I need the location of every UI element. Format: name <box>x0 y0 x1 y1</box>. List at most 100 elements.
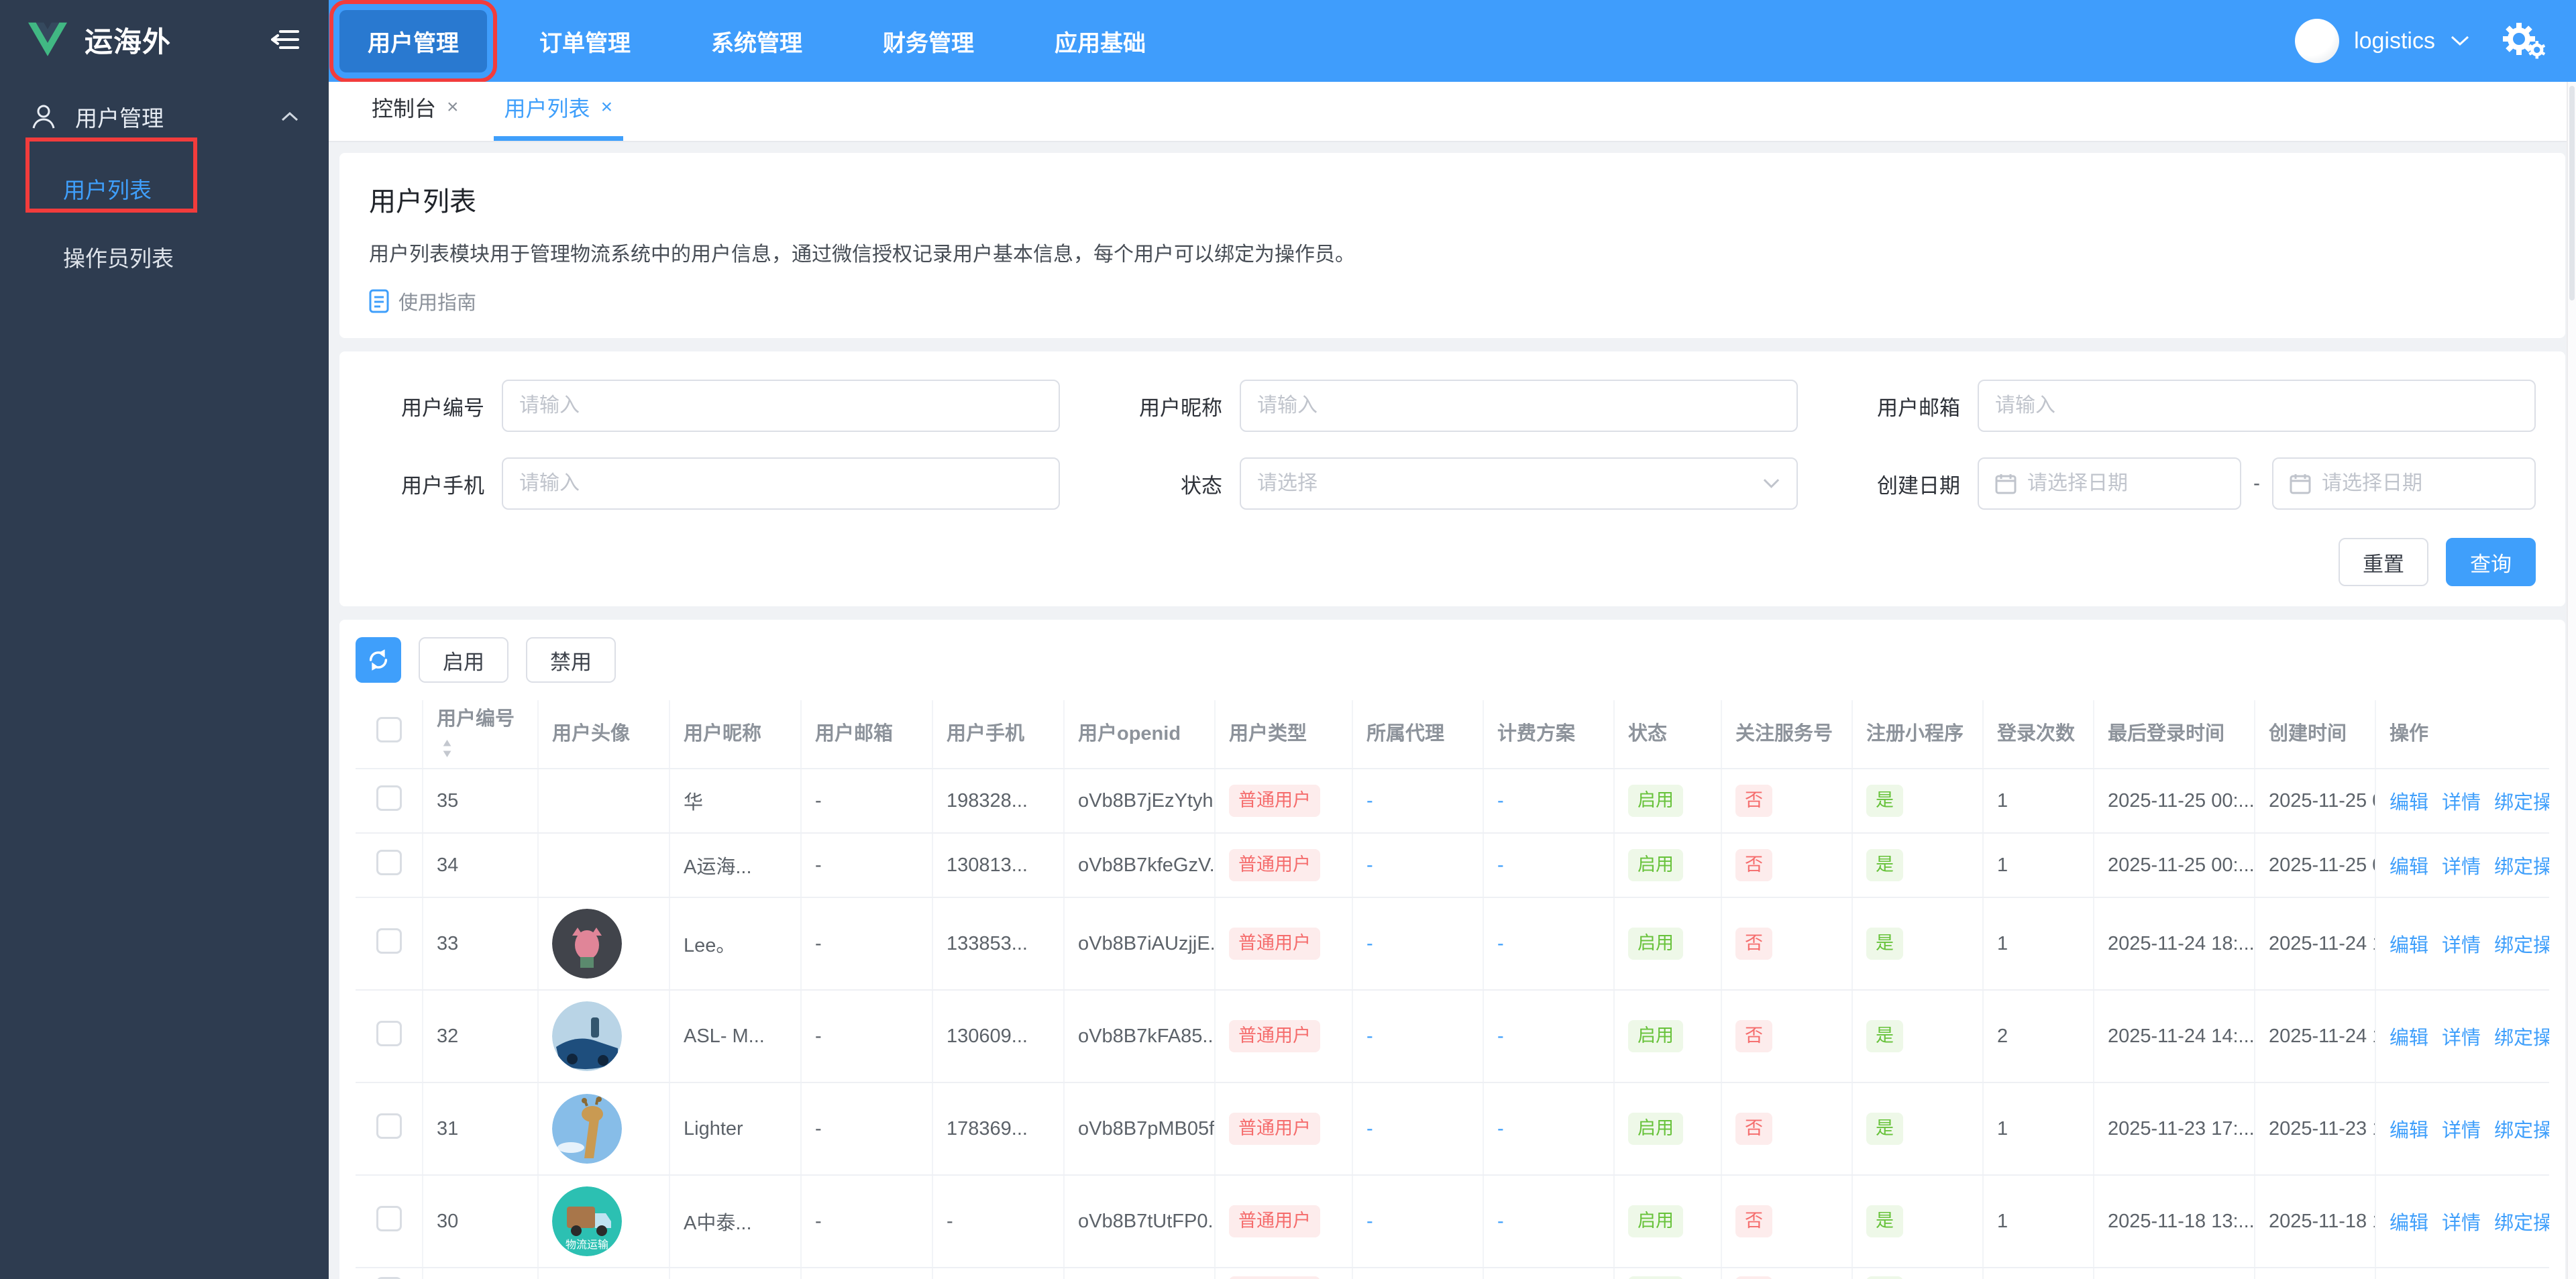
openid-cell: oVb8B7iAUzjjE... <box>1064 897 1216 991</box>
calendar-icon <box>1995 473 2017 494</box>
bind-operator-link[interactable]: 绑定操作员 <box>2494 792 2549 814</box>
registered-cell: 是 <box>1852 833 1984 898</box>
email-input[interactable] <box>1995 394 2518 417</box>
reset-button[interactable]: 重置 <box>2339 538 2428 586</box>
column-header-3: 用户邮箱 <box>801 700 933 769</box>
app-root: 运海外 用户管理 用户列表 操作员列表 用户管理 订单管理 系统管理 财务管理 … <box>0 0 2576 1279</box>
table-row: 34 A运海... -130813... oVb8B7kfeGzV... 普通用户 - - 启… <box>356 833 2549 898</box>
bind-operator-link[interactable]: 绑定操作员 <box>2494 1213 2549 1234</box>
nickname-cell: Lighter <box>669 1082 802 1176</box>
row-checkbox[interactable] <box>376 1021 402 1046</box>
query-button[interactable]: 查询 <box>2446 538 2536 586</box>
account-avatar[interactable] <box>2295 19 2340 63</box>
topnav-tab-0[interactable]: 用户管理 <box>329 0 497 82</box>
column-header-0: 用户编号 <box>423 700 539 769</box>
settings-gear-icon[interactable] <box>2502 21 2545 60</box>
enable-button[interactable]: 启用 <box>419 637 508 683</box>
nickname-input[interactable] <box>1257 394 1780 417</box>
date-end-input[interactable] <box>2322 472 2518 495</box>
row-checkbox[interactable] <box>376 928 402 954</box>
detail-link[interactable]: 详情 <box>2442 935 2481 956</box>
actions-cell: 编辑详情绑定操作员 <box>2375 897 2549 991</box>
plan-cell: - <box>1483 897 1615 991</box>
sidebar-item-operator-list[interactable]: 操作员列表 <box>0 223 329 291</box>
row-checkbox[interactable] <box>376 1206 402 1231</box>
edit-link[interactable]: 编辑 <box>2390 1120 2428 1142</box>
scrollbar-thumb[interactable] <box>2569 86 2575 300</box>
phone-input[interactable] <box>519 472 1042 495</box>
collapse-sidebar-icon[interactable] <box>271 26 301 53</box>
email-cell: - <box>801 1082 933 1176</box>
phone-cell: - <box>932 1175 1065 1268</box>
date-start-picker[interactable] <box>1978 457 2241 510</box>
detail-link[interactable]: 详情 <box>2442 856 2481 878</box>
sidebar-item-user-list[interactable]: 用户列表 <box>0 154 329 223</box>
status-select[interactable] <box>1240 457 1798 510</box>
date-start-input[interactable] <box>2027 472 2224 495</box>
select-all-header <box>356 700 423 769</box>
created-cell: 2025-11-23 17:... <box>2255 1082 2376 1176</box>
sidebar-item-user-management[interactable]: 用户管理 <box>0 79 329 154</box>
date-range-separator: - <box>2253 472 2260 494</box>
account-name[interactable]: logistics <box>2354 28 2435 54</box>
nickname-cell: Lee。 <box>669 897 802 991</box>
edit-link[interactable]: 编辑 <box>2390 856 2428 878</box>
sidebar: 运海外 用户管理 用户列表 操作员列表 <box>0 0 329 1279</box>
bind-operator-link[interactable]: 绑定操作员 <box>2494 1027 2549 1049</box>
status-cell-badge: 启用 <box>1628 1020 1683 1052</box>
refresh-button[interactable] <box>356 637 401 683</box>
topnav-tab-2[interactable]: 系统管理 <box>683 10 830 72</box>
last-login-cell: 2025-11-25 00:... <box>2094 833 2255 898</box>
user-id-input[interactable] <box>519 394 1042 417</box>
scrollbar[interactable] <box>2567 82 2576 1279</box>
topnav-tab-1[interactable]: 订单管理 <box>511 10 659 72</box>
status-cell: 启用 <box>1614 1268 1722 1279</box>
created-cell: 2025-11-18 13:... <box>2255 1175 2376 1268</box>
registered-cell-badge: 是 <box>1866 928 1903 960</box>
detail-link[interactable]: 详情 <box>2442 792 2481 814</box>
plan-cell-link: - <box>1497 854 1504 876</box>
select-all-checkbox[interactable] <box>376 716 402 742</box>
user-type-cell-badge: 普通用户 <box>1229 1205 1320 1237</box>
row-checkbox[interactable] <box>376 785 402 811</box>
page-header-card: 用户列表 用户列表模块用于管理物流系统中的用户信息，通过微信授权记录用户基本信息… <box>339 153 2565 338</box>
bind-operator-link[interactable]: 绑定操作员 <box>2494 1120 2549 1142</box>
login-count-cell: 1 <box>1983 1082 2094 1176</box>
edit-link[interactable]: 编辑 <box>2390 1213 2428 1234</box>
agent-cell: - <box>1352 833 1484 898</box>
user-id-cell: 29 <box>423 1268 539 1279</box>
followed-cell-badge: 否 <box>1735 1113 1772 1145</box>
detail-link[interactable]: 详情 <box>2442 1120 2481 1142</box>
registered-cell-badge: 是 <box>1866 849 1903 881</box>
disable-button[interactable]: 禁用 <box>526 637 616 683</box>
close-icon[interactable]: × <box>447 96 459 119</box>
field-label: 状态 <box>1181 474 1222 498</box>
status-select-input[interactable] <box>1257 472 1762 495</box>
sort-icon[interactable] <box>442 739 452 757</box>
bind-operator-link[interactable]: 绑定操作员 <box>2494 856 2549 878</box>
edit-link[interactable]: 编辑 <box>2390 792 2428 814</box>
detail-link[interactable]: 详情 <box>2442 1213 2481 1234</box>
edit-link[interactable]: 编辑 <box>2390 935 2428 956</box>
registered-cell-badge: 是 <box>1866 785 1903 817</box>
edit-link[interactable]: 编辑 <box>2390 1027 2428 1049</box>
detail-link[interactable]: 详情 <box>2442 1027 2481 1049</box>
topnav-tab-4[interactable]: 应用基础 <box>1026 10 1174 72</box>
tab-console[interactable]: 控制台 × <box>349 92 482 141</box>
field-label: 用户邮箱 <box>1877 396 1960 420</box>
followed-cell: 否 <box>1721 897 1853 991</box>
row-checkbox[interactable] <box>376 1113 402 1139</box>
topnav-right: logistics <box>2295 19 2545 63</box>
chevron-down-icon[interactable] <box>2450 34 2470 48</box>
date-end-picker[interactable] <box>2272 457 2536 510</box>
topnav-tab-3[interactable]: 财务管理 <box>855 10 1002 72</box>
close-icon[interactable]: × <box>601 96 613 119</box>
row-select-cell <box>356 769 423 834</box>
column-header-1: 用户头像 <box>538 700 670 769</box>
bind-operator-link[interactable]: 绑定操作员 <box>2494 935 2549 956</box>
tab-user-list[interactable]: 用户列表 × <box>482 92 636 141</box>
column-header-2: 用户昵称 <box>669 700 802 769</box>
usage-guide-link[interactable]: 使用指南 <box>369 287 2536 315</box>
row-checkbox[interactable] <box>376 850 402 875</box>
plan-cell: - <box>1483 1175 1615 1268</box>
